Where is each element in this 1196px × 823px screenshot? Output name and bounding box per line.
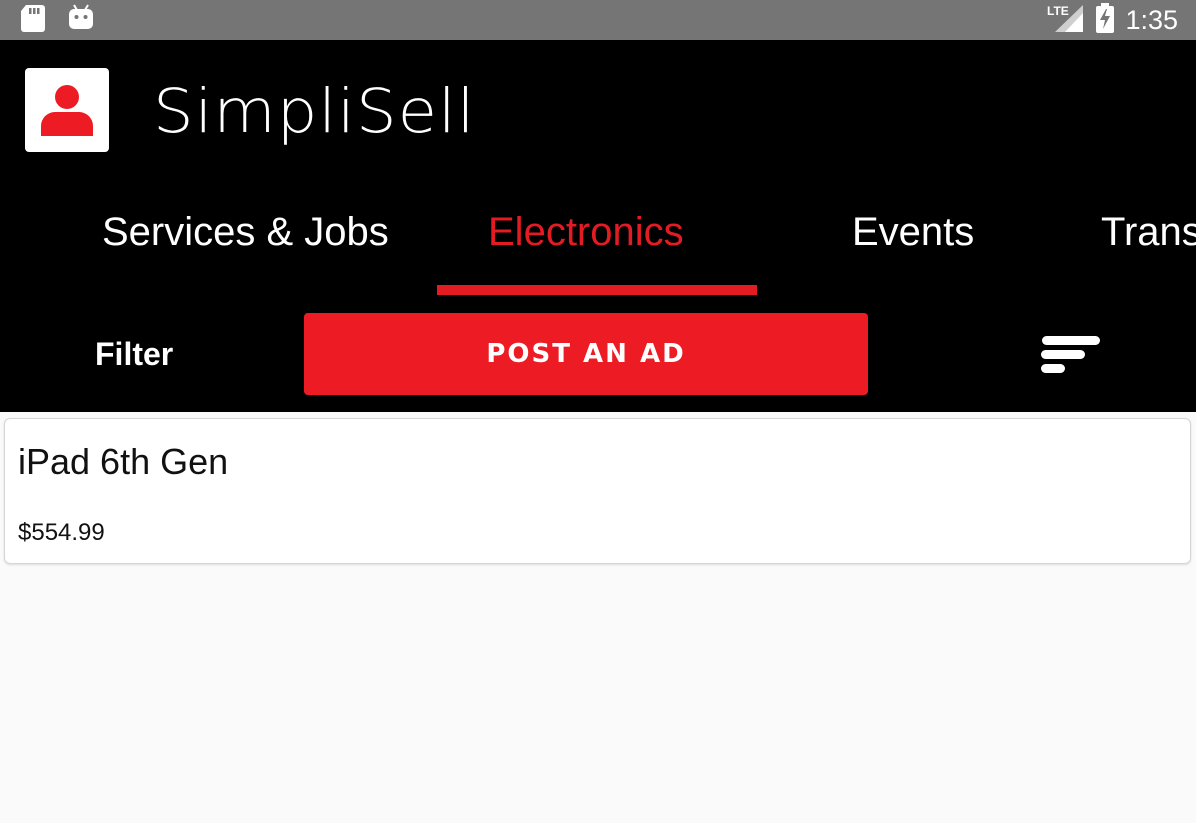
app-title: SimpliSell	[153, 76, 476, 148]
listing-card[interactable]: iPad 6th Gen $554.99	[4, 418, 1191, 564]
tab-events[interactable]: Events	[852, 210, 974, 268]
sort-icon[interactable]	[1040, 333, 1102, 382]
listing-title: iPad 6th Gen	[18, 441, 229, 482]
listing-price: $554.99	[18, 519, 105, 546]
status-bar-system: LTE 1:35	[1047, 0, 1178, 40]
battery-charging-icon	[1095, 2, 1115, 38]
post-ad-button[interactable]: POST AN AD	[304, 313, 868, 395]
svg-text:LTE: LTE	[1047, 4, 1069, 18]
filter-button[interactable]: Filter	[95, 336, 173, 373]
status-time: 1:35	[1125, 4, 1178, 35]
profile-button[interactable]	[25, 68, 109, 152]
tab-electronics[interactable]: Electronics	[488, 210, 684, 268]
tab-trans[interactable]: Trans	[1101, 210, 1196, 268]
status-bar-notifications	[20, 4, 94, 37]
active-tab-indicator	[437, 285, 757, 295]
app-header: SimpliSell Services & Jobs Electronics E…	[0, 40, 1196, 412]
sd-card-icon	[20, 4, 46, 37]
user-avatar-icon	[41, 85, 93, 136]
signal-icon: LTE	[1047, 3, 1085, 38]
tab-services-jobs[interactable]: Services & Jobs	[102, 210, 389, 268]
status-bar: LTE 1:35	[0, 0, 1196, 40]
android-icon	[68, 4, 94, 37]
